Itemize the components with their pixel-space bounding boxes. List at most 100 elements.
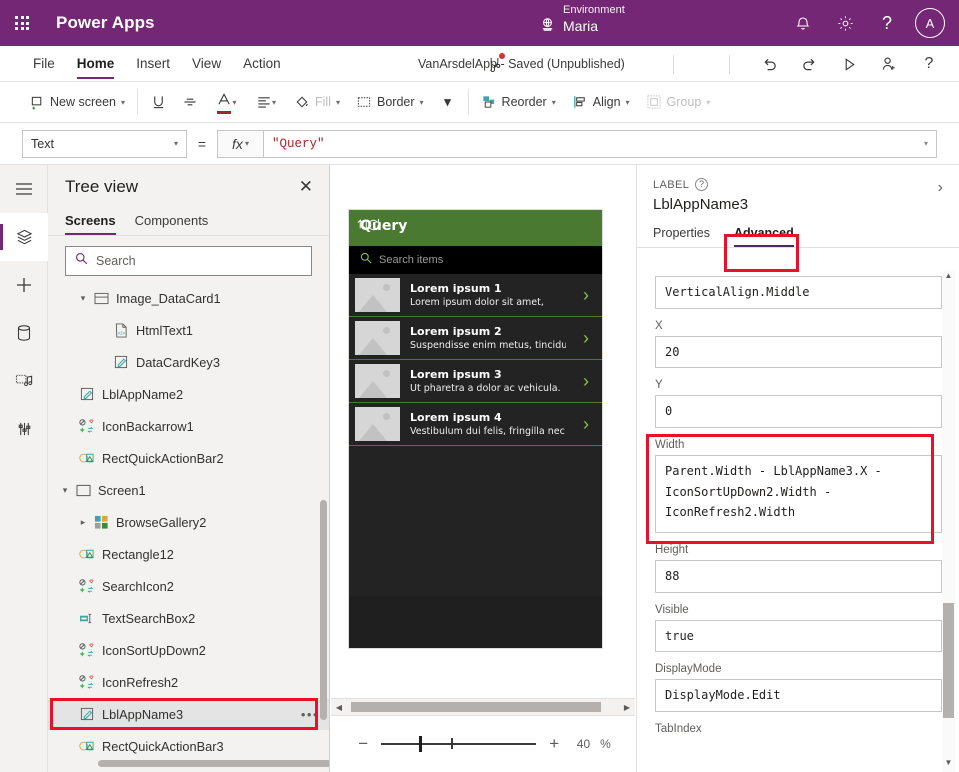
tab-screens[interactable]: Screens (65, 209, 125, 235)
y-input[interactable]: 0 (655, 395, 942, 428)
tree-node-iconrefresh2[interactable]: IconRefresh2 (48, 666, 329, 698)
width-input[interactable]: Parent.Width - LblAppName3.X - IconSortU… (655, 455, 942, 533)
gear-icon[interactable] (825, 0, 865, 46)
chevron-right-icon[interactable]: › (576, 285, 596, 306)
border-button[interactable]: Border ▾ (348, 82, 432, 123)
tree-horizontal-scrollbar[interactable] (98, 760, 330, 767)
tree-node-htmltext1[interactable]: </> HtmlText1 (48, 314, 329, 346)
app-preview-screen[interactable]: Query Search items Lorem ipsum 1 Lorem i… (348, 209, 603, 649)
scroll-thumb[interactable] (943, 603, 954, 718)
chevron-right-icon[interactable]: › (576, 371, 596, 392)
tree-node-iconbackarrow1[interactable]: IconBackarrow1 (48, 410, 329, 442)
group-button[interactable]: Group ▾ (638, 82, 719, 123)
tree-node-iconsortupdown2[interactable]: IconSortUpDown2 (48, 634, 329, 666)
question-mark-icon[interactable]: ? (867, 0, 907, 46)
menu-item-action[interactable]: Action (232, 46, 292, 82)
hamburger-menu-icon[interactable] (0, 165, 48, 213)
property-select[interactable]: Text ▾ (22, 130, 187, 158)
canvas-horizontal-scrollbar[interactable]: ◀ ▶ (331, 698, 635, 716)
chevron-down-icon[interactable]: ▾ (76, 293, 90, 304)
tree-node-lblappname2[interactable]: LblAppName2 (48, 378, 329, 410)
fx-button[interactable]: fx ▾ (217, 130, 263, 158)
redo-icon[interactable] (789, 46, 829, 82)
scroll-down-arrow[interactable]: ▼ (942, 758, 955, 772)
tree-node-searchicon2[interactable]: SearchIcon2 (48, 570, 329, 602)
canvas-surface[interactable]: Query Search items Lorem ipsum 1 Lorem i… (331, 165, 635, 716)
align-button[interactable]: Align ▾ (564, 82, 638, 123)
help-icon[interactable]: ? (909, 46, 949, 82)
menu-item-home[interactable]: Home (66, 46, 126, 82)
new-screen-button[interactable]: New screen ▾ (22, 82, 133, 123)
preview-play-icon[interactable] (829, 46, 869, 82)
scroll-right-arrow[interactable]: ▶ (619, 703, 635, 712)
tree-node-lblappname3[interactable]: LblAppName3 ••• (48, 698, 329, 730)
gallery-item[interactable]: Lorem ipsum 4 Vestibulum dui felis, frin… (349, 403, 602, 446)
tab-advanced[interactable]: Advanced (734, 223, 804, 247)
share-user-icon[interactable] (869, 46, 909, 82)
close-icon[interactable]: ✕ (299, 177, 313, 197)
tab-properties[interactable]: Properties (653, 223, 720, 247)
tree-node-browsegallery2[interactable]: ▸ BrowseGallery2 (48, 506, 329, 538)
chevron-down-icon[interactable]: ▾ (924, 139, 928, 149)
properties-vertical-scrollbar[interactable]: ▲ ▼ (942, 271, 955, 772)
tree-view-layers-icon[interactable] (0, 213, 48, 261)
app-launcher-icon[interactable] (0, 16, 44, 30)
formula-input[interactable]: "Query" ▾ (263, 130, 937, 158)
svg-text:</>: </> (118, 331, 125, 337)
app-name-label[interactable]: Query (360, 218, 407, 234)
text-align-icon[interactable]: ▾ (246, 82, 286, 123)
menu-item-file[interactable]: File (22, 46, 66, 82)
zoom-slider-thumb[interactable] (419, 736, 422, 752)
tab-components[interactable]: Components (135, 209, 218, 235)
tree-node-screen1[interactable]: ▾ Screen1 (48, 474, 329, 506)
x-input[interactable]: 20 (655, 336, 942, 369)
chevron-right-icon[interactable]: › (576, 414, 596, 435)
fill-button[interactable]: Fill ▾ (286, 82, 348, 123)
data-source-icon[interactable] (0, 309, 48, 357)
chevron-right-icon[interactable]: ▸ (76, 517, 90, 528)
advanced-tools-icon[interactable] (0, 405, 48, 453)
scroll-up-arrow[interactable]: ▲ (942, 271, 955, 285)
tree-vertical-scrollbar[interactable] (320, 500, 327, 720)
scroll-track[interactable] (347, 702, 619, 712)
gallery-item[interactable]: Lorem ipsum 3 Ut pharetra a dolor ac veh… (349, 360, 602, 403)
tree-node-rectangle12[interactable]: Rectangle12 (48, 538, 329, 570)
visible-input[interactable]: true (655, 620, 942, 653)
displaymode-input[interactable]: DisplayMode.Edit (655, 679, 942, 712)
menu-item-view[interactable]: View (181, 46, 232, 82)
gallery-item[interactable]: Lorem ipsum 1 Lorem ipsum dolor sit amet… (349, 274, 602, 317)
expand-chevron-icon[interactable]: › (938, 179, 943, 197)
scroll-left-arrow[interactable]: ◀ (331, 703, 347, 712)
tree-node-overflow-menu[interactable]: ••• (301, 707, 319, 722)
tree-node-rectquickactionbar2[interactable]: RectQuickActionBar2 (48, 442, 329, 474)
tree-node-image-datacard1[interactable]: ▾ Image_DataCard1 (48, 282, 329, 314)
bell-icon[interactable] (783, 0, 823, 46)
app-checker-icon[interactable] (474, 46, 514, 82)
help-circle-icon[interactable]: ? (695, 178, 708, 191)
tree-node-datacardkey3[interactable]: DataCardKey3 (48, 346, 329, 378)
tree-node-textsearchbox2[interactable]: TextSearchBox2 (48, 602, 329, 634)
height-input[interactable]: 88 (655, 560, 942, 593)
more-options-chevron[interactable]: ▾ (432, 82, 464, 123)
chevron-right-icon[interactable]: › (576, 328, 596, 349)
underline-icon[interactable] (142, 82, 174, 123)
verticalalign-input[interactable]: VerticalAlign.Middle (655, 276, 942, 309)
reorder-button[interactable]: Reorder ▾ (473, 82, 564, 123)
zoom-slider[interactable] (381, 735, 536, 753)
font-color-icon[interactable]: ▾ (206, 82, 246, 123)
undo-icon[interactable] (749, 46, 789, 82)
zoom-out-button[interactable]: − (355, 734, 371, 754)
search-box-control[interactable]: Search items (349, 246, 602, 274)
environment-selector[interactable]: Environment Maria (540, 4, 625, 35)
gallery-item[interactable]: Lorem ipsum 2 Suspendisse enim metus, ti… (349, 317, 602, 360)
insert-plus-icon[interactable] (0, 261, 48, 309)
menu-item-insert[interactable]: Insert (125, 46, 181, 82)
media-icon[interactable] (0, 357, 48, 405)
avatar[interactable]: A (915, 8, 945, 38)
strikethrough-icon[interactable] (174, 82, 206, 123)
tree-node-rectquickactionbar3[interactable]: RectQuickActionBar3 (48, 730, 329, 762)
search-input[interactable]: Search (65, 246, 312, 276)
chevron-down-icon[interactable]: ▾ (58, 485, 72, 496)
scroll-thumb[interactable] (351, 702, 601, 712)
zoom-in-button[interactable]: + (546, 734, 562, 754)
